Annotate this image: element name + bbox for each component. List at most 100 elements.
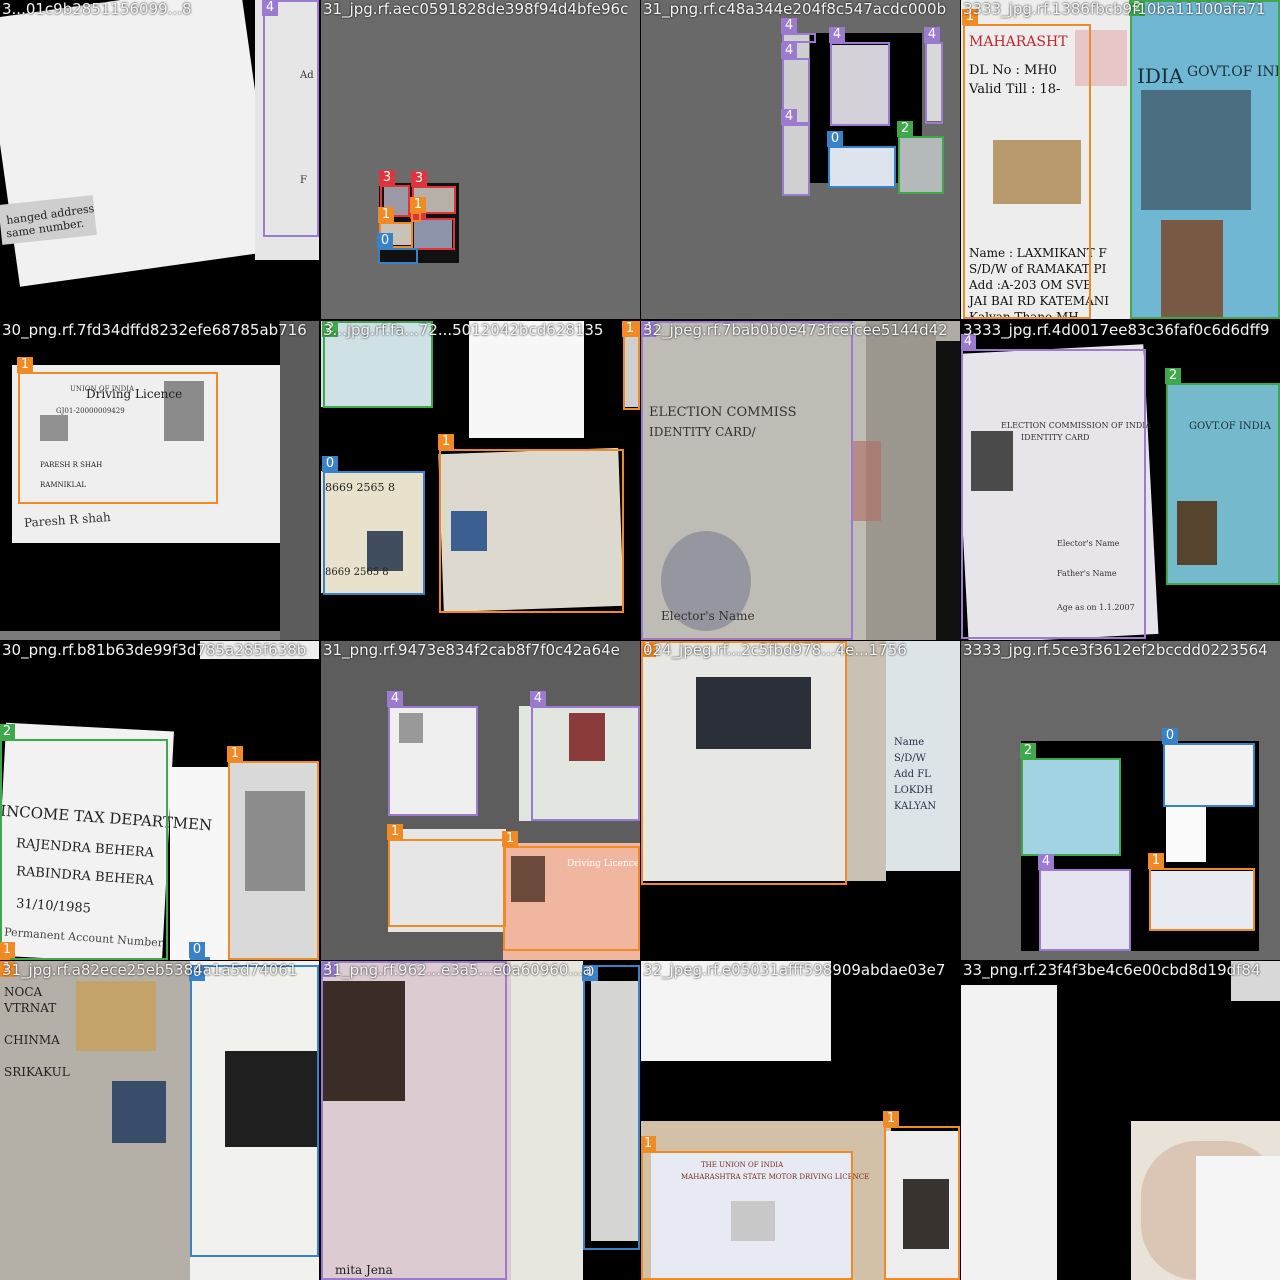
class-tag: 0 [1162, 728, 1178, 744]
detection-box: 1 [17, 357, 218, 504]
tile-r2c3: ELECTION COMMISS IDENTITY CARD/Elector's … [641, 321, 960, 640]
tile-r2c4: ELECTION COMMISSION OF INDIA IDENTITY CAR… [961, 321, 1280, 640]
class-tag: 2 [897, 121, 913, 137]
scene-region [112, 1081, 166, 1143]
detection-box: 4 [781, 109, 810, 196]
image-filename-label: 31_png.rf.9473e834f2cab8f7f0c42a64e [323, 641, 620, 659]
class-tag: 3 [379, 170, 395, 186]
tile-r3c1: INCOME TAX DEPARTMEN RAJENDRA BEHERA RABIN… [0, 641, 319, 960]
class-tag: 4 [781, 43, 797, 59]
detection-box: 0 [322, 456, 425, 595]
scene-region [936, 341, 960, 640]
tile-r3c3: Name S/D/W Add FL LOKDH KALYAN 1 024_jpeg.rf..… [641, 641, 960, 960]
card-text: Add FL [894, 769, 931, 780]
scene-region [170, 767, 230, 960]
scene-region [321, 0, 640, 319]
image-filename-label: 3333_jpg.rf.1386fbcb9f10ba11100afa71 [963, 0, 1266, 18]
class-tag: 2 [1165, 368, 1181, 384]
detection-box: 0 [582, 965, 640, 1250]
tile-r2c2: 8669 2565 8 8669 2565 8 2 1 0 1 3...jpg.rf.fa.… [321, 321, 640, 640]
detection-box: 1 [227, 746, 319, 960]
detection-box: 1 [641, 1136, 853, 1280]
class-tag: 1 [227, 746, 243, 762]
detection-box: 1 [883, 1111, 960, 1280]
tile-r4c3: THE UNION OF INDIA MAHARASHTRA STATE MOTO… [641, 961, 960, 1280]
image-filename-label: 31_jpg.rf.aec0591828de398f94d4bfe96c [323, 0, 629, 18]
image-filename-label: 024_jpeg.rf...2c5fbd978...4e...1756 [643, 641, 907, 659]
detection-box: 4 [530, 691, 640, 821]
scene-region [1196, 1156, 1280, 1280]
scene-region [280, 321, 319, 640]
card-text: VTRNAT [4, 1001, 57, 1015]
scene-region [851, 441, 881, 521]
detection-box: 4 [387, 691, 478, 816]
class-tag: 0 [322, 456, 338, 472]
detection-box: 2 [1020, 743, 1121, 856]
class-tag: 1 [502, 831, 518, 847]
class-tag: 1 [641, 1136, 656, 1152]
tile-r1c2: 33310131_jpg.rf.aec0591828de398f94d4bfe9… [321, 0, 640, 319]
detection-box: 1 [387, 824, 506, 927]
scene-region [0, 0, 278, 287]
detection-box: 4 [641, 321, 853, 640]
tile-r3c2: Driving Licence 4 4 1 1 31_png.rf.9473e834f2c… [321, 641, 640, 960]
image-filename-label: 32_jpeg.rf.7bab0b0e473fcefcee5144d42 [643, 321, 948, 339]
image-filename-label: 3333_jpg.rf.4d0017ee83c36faf0c6d6dff9 [963, 321, 1270, 339]
class-tag: 1 [0, 942, 15, 958]
class-tag: 1 [410, 197, 426, 213]
image-filename-label: 30_png.rf.b81b63de99f3d785a285f638b [2, 641, 307, 659]
tile-r1c4: MAHARASHT DL No : MH0 Valid Till : 18- Name… [961, 0, 1280, 319]
detection-box: 1 [410, 197, 426, 222]
class-tag: 4 [387, 691, 403, 707]
detection-box: 1 [502, 831, 640, 951]
detection-box: 0 [189, 942, 210, 960]
card-text: NOCA [4, 985, 43, 999]
detection-box: 1 [438, 434, 624, 613]
card-text: S/D/W [894, 753, 926, 764]
image-filename-label: 31_png.rf.c48a344e204f8c547acdc000b [643, 0, 947, 18]
detection-box: 2 [0, 724, 168, 960]
class-tag: 1 [378, 207, 394, 223]
class-tag: 0 [827, 131, 843, 147]
class-tag: 1 [387, 824, 403, 840]
class-tag: 4 [781, 109, 797, 125]
detection-box: 1 [0, 942, 15, 960]
detection-box: 3 [410, 203, 455, 250]
detection-box: 0 [377, 233, 418, 264]
class-tag: 4 [781, 18, 797, 34]
class-tag: 2 [0, 724, 15, 740]
class-tag: 0 [377, 233, 393, 249]
class-tag: 1 [1148, 853, 1164, 869]
image-filename-label: 31_png.rf.962...e3a5...e0a60960...a [323, 961, 592, 979]
image-filename-label: 3...jpg.rf.fa...72...5012042bcd628135 [323, 321, 604, 339]
card-text: CHINMA [4, 1033, 60, 1047]
detection-box: 4 [262, 0, 319, 237]
detection-box: 1 [641, 641, 847, 885]
image-filename-label: 3333_jpg.rf.5ce3f3612ef2bccdd0223564 [963, 641, 1268, 659]
class-tag: 1 [622, 321, 638, 337]
detection-box: 0 [1162, 728, 1255, 807]
detection-box: 4 [829, 27, 890, 126]
detection-box: 2 [1165, 368, 1280, 585]
image-filename-label: 33_png.rf.23f4f3be4c6e00cbd8d19df84 [963, 961, 1261, 979]
image-filename-label: 30_png.rf.7fd34dffd8232efe68785ab716 [2, 321, 307, 339]
tile-r1c3: 4 4 4 4 4 0 2 31_png.rf.c48a344e204f8c547acdc00… [641, 0, 960, 319]
scene-region [76, 981, 156, 1051]
card-text: KALYAN [894, 801, 937, 812]
image-filename-label: 31_jpg.rf.a82ece25eb5384a1a5d74061 [2, 961, 298, 979]
tile-r3c4: 2 0 4 1 3333_jpg.rf.5ce3f3612ef2bccdd0223564 [961, 641, 1280, 960]
detection-box: 0 [827, 131, 896, 188]
scene-region [0, 631, 280, 640]
mosaic-grid: hanged address same number. Ad F 4 3...01c9b2… [0, 0, 1280, 1280]
tile-r1c1: hanged address same number. Ad F 4 3...01c9b2… [0, 0, 319, 319]
class-tag: 4 [262, 0, 278, 16]
detection-box: 2 [897, 121, 944, 194]
detection-box: 4 [961, 334, 1146, 639]
scene-region [961, 985, 1057, 1280]
scene-region [1166, 806, 1206, 862]
image-filename-label: 3...01c9b2851156099...8 [2, 0, 192, 18]
class-tag: 2 [1020, 743, 1036, 759]
card-text: LOKDH [894, 785, 934, 796]
scene-region [846, 641, 886, 881]
class-tag: 4 [829, 27, 845, 43]
